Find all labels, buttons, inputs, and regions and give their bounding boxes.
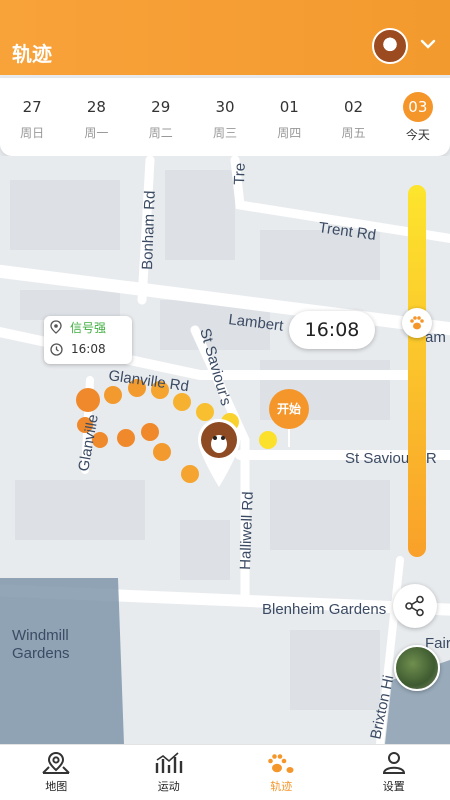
pet-location-marker[interactable]: [196, 417, 242, 489]
street-label: Windmill: [12, 627, 69, 644]
pin-tail: [288, 429, 290, 447]
map-pin-icon: [42, 751, 70, 774]
map-layer-toggle[interactable]: [394, 645, 440, 691]
time-bubble: 16:08: [289, 311, 375, 349]
tab-sport[interactable]: 运动: [113, 745, 226, 800]
date-item[interactable]: 27 周日: [4, 94, 60, 141]
share-button[interactable]: [393, 584, 437, 628]
street-label: Bonham Rd: [139, 190, 159, 270]
tab-map[interactable]: 地图: [0, 745, 113, 800]
chevron-down-icon[interactable]: [420, 36, 436, 52]
clock-icon: [50, 342, 63, 356]
app-header: 轨迹: [0, 0, 450, 75]
signal-info-popup: 信号强 16:08: [44, 316, 132, 364]
signal-strength: 信号强: [70, 320, 107, 335]
bottom-tab-bar: 地图 运动 轨迹 设置: [0, 744, 450, 800]
person-icon: [382, 752, 405, 774]
date-item-today[interactable]: 03 今天: [390, 91, 446, 143]
date-item[interactable]: 01 周四: [261, 94, 317, 141]
tab-settings[interactable]: 设置: [338, 745, 450, 800]
tab-label: 设置: [382, 780, 405, 793]
pet-avatar-pin: [198, 419, 240, 487]
street-label: Blenheim Gardens: [262, 601, 386, 618]
street-label: Tre: [231, 163, 249, 186]
date-selector: 27 周日 28 周一 29 周二 30 周三 01 周四 02 周五 03 今天: [0, 78, 450, 156]
location-pin-icon: [50, 320, 62, 334]
start-marker[interactable]: 开始: [269, 389, 309, 447]
date-item[interactable]: 28 周一: [68, 94, 124, 141]
slider-thumb[interactable]: [402, 308, 432, 339]
time-slider[interactable]: [402, 185, 432, 557]
share-icon: [405, 595, 424, 617]
street-label: Halliwell Rd: [237, 491, 257, 570]
date-item[interactable]: 30 周三: [197, 94, 253, 141]
chart-icon: [155, 752, 182, 773]
date-item[interactable]: 02 周五: [326, 94, 382, 141]
date-item[interactable]: 29 周二: [133, 94, 189, 141]
street-label: Gardens: [12, 645, 70, 662]
paw-icon: [410, 316, 424, 330]
tab-track[interactable]: 轨迹: [225, 745, 338, 800]
tab-label: 轨迹: [270, 780, 293, 793]
signal-time: 16:08: [71, 342, 106, 356]
pet-avatar[interactable]: [372, 28, 408, 64]
tab-label: 地图: [45, 780, 68, 793]
paw-icon: [268, 754, 294, 773]
page-title: 轨迹: [12, 42, 52, 66]
tab-label: 运动: [157, 780, 180, 793]
